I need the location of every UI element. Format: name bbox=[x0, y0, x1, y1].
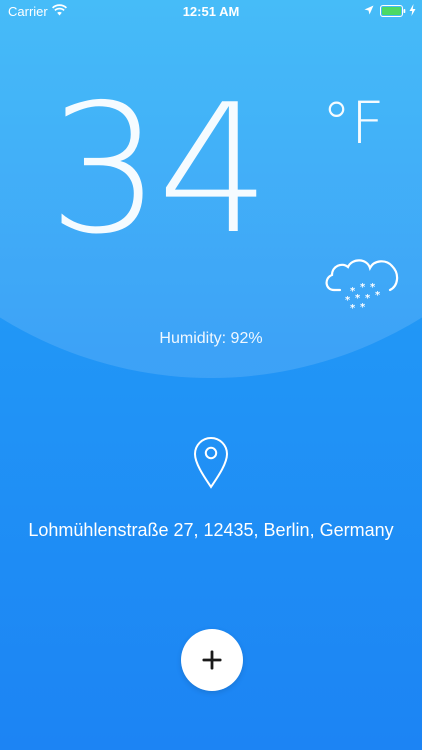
location-address: Lohmühlenstraße 27, 12435, Berlin, Germa… bbox=[28, 520, 394, 540]
svg-text:*: * bbox=[375, 290, 381, 301]
svg-text:*: * bbox=[360, 302, 366, 312]
charging-icon bbox=[409, 4, 416, 16]
status-time: 12:51 AM bbox=[182, 4, 240, 19]
battery-icon bbox=[380, 5, 406, 17]
humidity-label: Humidity: 92% bbox=[159, 330, 263, 347]
add-location-button[interactable] bbox=[181, 629, 243, 691]
svg-text:*: * bbox=[350, 303, 356, 312]
weather-screen: Carrier 12:51 AM 34 °F * * * * * * * * *… bbox=[0, 0, 422, 750]
svg-text:*: * bbox=[365, 293, 371, 304]
map-pin-icon bbox=[193, 437, 229, 489]
snow-cloud-icon: * * * * * * * * * bbox=[325, 259, 399, 312]
temperature-unit: °F bbox=[322, 89, 385, 157]
svg-text:*: * bbox=[360, 282, 366, 293]
location-arrow-icon bbox=[364, 5, 374, 15]
status-bar: Carrier 12:51 AM bbox=[0, 0, 422, 24]
temperature-value: 34 bbox=[48, 66, 270, 273]
plus-icon bbox=[202, 650, 222, 670]
